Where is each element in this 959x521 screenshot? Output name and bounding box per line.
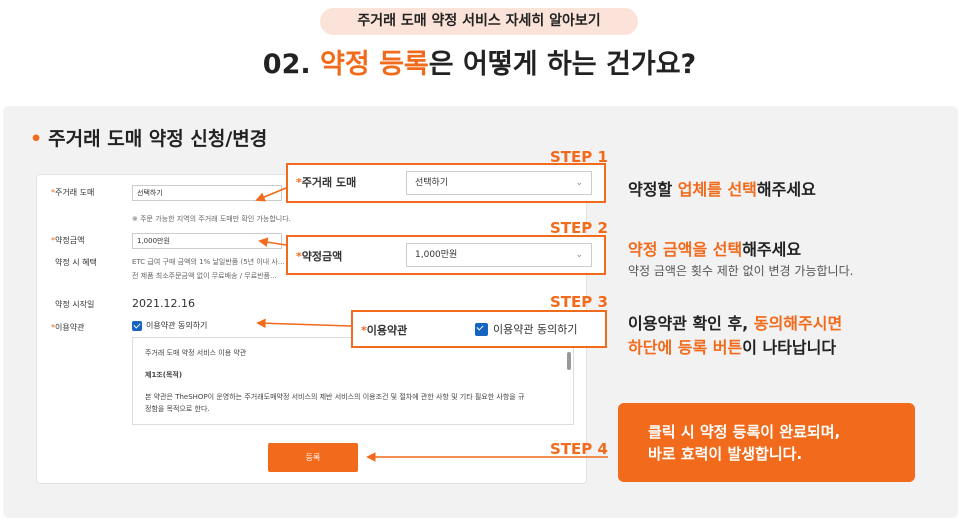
chevron-down-icon: ⌄ <box>575 250 583 260</box>
callout-amount-select[interactable]: 1,000만원 ⌄ <box>406 243 592 267</box>
terms-body-1: 본 약관은 TheSHOP이 운영하는 주거래도매약정 서비스의 제반 서비스의… <box>145 393 525 401</box>
terms-body-2: 정함을 목적으로 한다. <box>145 405 210 413</box>
terms-scrollbar[interactable] <box>567 352 571 370</box>
agree-checkbox[interactable]: 이용약관 동의하기 <box>132 320 207 331</box>
checkbox-checked-icon <box>475 322 488 336</box>
terms-article: 제1조(목적) <box>145 371 183 379</box>
chevron-down-icon: ⌄ <box>575 178 583 188</box>
step-4-info-box: 클릭 시 약정 등록이 완료되며, 바로 효력이 발생합니다. <box>618 403 915 482</box>
step-3-description-line-2: 하단에 등록 버튼이 나타납니다 <box>628 338 837 357</box>
step-2-description: 약정 금액을 선택해주세요 <box>628 240 802 259</box>
field-label-wholesaler: *주거래 도매 <box>51 188 95 197</box>
bullet-icon: • <box>30 128 43 150</box>
step-1-description: 약정할 업체를 선택해주세요 <box>628 180 816 199</box>
step-2-label: STEP 2 <box>550 219 608 237</box>
start-date-value: 2021.12.16 <box>132 297 195 310</box>
wholesaler-note: ※ 주문 가능한 지역의 주거래 도매만 확인 가능합니다. <box>132 215 291 223</box>
field-label-amount: *약정금액 <box>51 236 85 245</box>
step-4-line-2: 바로 효력이 발생합니다. <box>648 445 803 463</box>
terms-label: *이용약관 <box>51 323 85 332</box>
step-4-label: STEP 4 <box>550 440 608 458</box>
callout-wholesaler-label: *주거래 도매 <box>296 176 357 189</box>
checkbox-checked-icon <box>132 320 142 331</box>
header-badge: 주거래 도매 약정 서비스 자세히 알아보기 <box>320 8 638 35</box>
callout-agree-label: 이용약관 동의하기 <box>493 323 578 336</box>
callout-agree-checkbox[interactable]: 이용약관 동의하기 <box>475 321 577 337</box>
page-title: 02. 약정 등록은 어떻게 하는 건가요? <box>0 42 959 81</box>
callout-amount: *약정금액 1,000만원 ⌄ <box>286 235 606 275</box>
section-title: • 주거래 도매 약정 신청/변경 <box>30 124 267 151</box>
step-4-line-1: 클릭 시 약정 등록이 완료되며, <box>648 423 841 441</box>
terms-textarea[interactable]: 주거래 도매 약정 서비스 이용 약관 제1조(목적) 본 약관은 TheSHO… <box>132 337 574 425</box>
callout-amount-value: 1,000만원 <box>415 250 458 260</box>
step-3-description-line-1: 이용약관 확인 후, 동의해주시면 <box>628 314 843 333</box>
benefit-label: 약정 시 혜택 <box>55 258 97 267</box>
title-suffix: 은 어떻게 하는 건가요? <box>428 49 697 80</box>
terms-title: 주거래 도매 약정 서비스 이용 약관 <box>145 349 247 357</box>
benefit-line-1: ETC 급여 구매 금액의 1% 날일반품 (5년 이내 사... <box>132 258 285 266</box>
step-1-label: STEP 1 <box>550 148 608 166</box>
step-3-label: STEP 3 <box>550 293 608 311</box>
title-highlight: 약정 등록 <box>320 49 429 80</box>
callout-amount-label: *약정금액 <box>296 250 343 263</box>
callout-wholesaler-select[interactable]: 선택하기 ⌄ <box>406 171 592 195</box>
callout-wholesaler: *주거래 도매 선택하기 ⌄ <box>286 163 606 203</box>
amount-select[interactable]: 1,000만원 <box>132 233 282 249</box>
benefit-line-2: 전 제품 최소주문금액 없이 무료배송 / 무료반품... <box>132 272 277 280</box>
start-date-label: 약정 시작일 <box>55 300 95 309</box>
callout-terms: *이용약관 이용약관 동의하기 <box>351 310 607 348</box>
section-title-text: 주거래 도매 약정 신청/변경 <box>48 128 268 150</box>
title-prefix: 02. <box>262 49 321 80</box>
agree-label: 이용약관 동의하기 <box>146 321 208 330</box>
callout-terms-label: *이용약관 <box>361 324 408 337</box>
register-button[interactable]: 등록 <box>268 443 358 472</box>
callout-wholesaler-value: 선택하기 <box>415 178 449 188</box>
wholesaler-select[interactable]: 선택하기 <box>132 185 282 201</box>
step-2-subtext: 약정 금액은 횟수 제한 없이 변경 가능합니다. <box>628 264 854 278</box>
